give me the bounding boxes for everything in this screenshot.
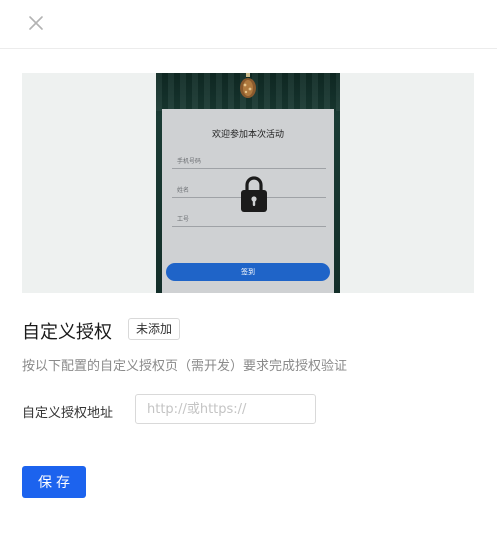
top-bar bbox=[0, 0, 497, 49]
auth-url-input[interactable] bbox=[135, 394, 316, 424]
phone-signin-button: 签到 bbox=[166, 263, 330, 281]
phone-form-card: 欢迎参加本次活动 手机号码 姓名 工号 签到 bbox=[162, 109, 334, 293]
close-icon bbox=[29, 16, 43, 30]
close-button[interactable] bbox=[24, 11, 48, 35]
lantern-decoration-icon bbox=[240, 73, 256, 98]
save-button[interactable]: 保存 bbox=[22, 466, 86, 498]
phone-mockup: 欢迎参加本次活动 手机号码 姓名 工号 签到 bbox=[156, 73, 340, 293]
status-badge: 未添加 bbox=[128, 318, 181, 340]
section-title: 自定义授权 bbox=[22, 322, 112, 343]
url-field-label: 自定义授权地址 bbox=[22, 406, 114, 421]
phone-field-mobile: 手机号码 bbox=[172, 154, 326, 169]
phone-field-employee-id: 工号 bbox=[172, 212, 326, 227]
lock-icon bbox=[241, 176, 267, 212]
description-text: 按以下配置的自定义授权页（需开发）要求完成授权验证 bbox=[22, 359, 348, 374]
phone-form-title: 欢迎参加本次活动 bbox=[211, 130, 284, 140]
auth-page-preview: 欢迎参加本次活动 手机号码 姓名 工号 签到 bbox=[22, 73, 474, 293]
